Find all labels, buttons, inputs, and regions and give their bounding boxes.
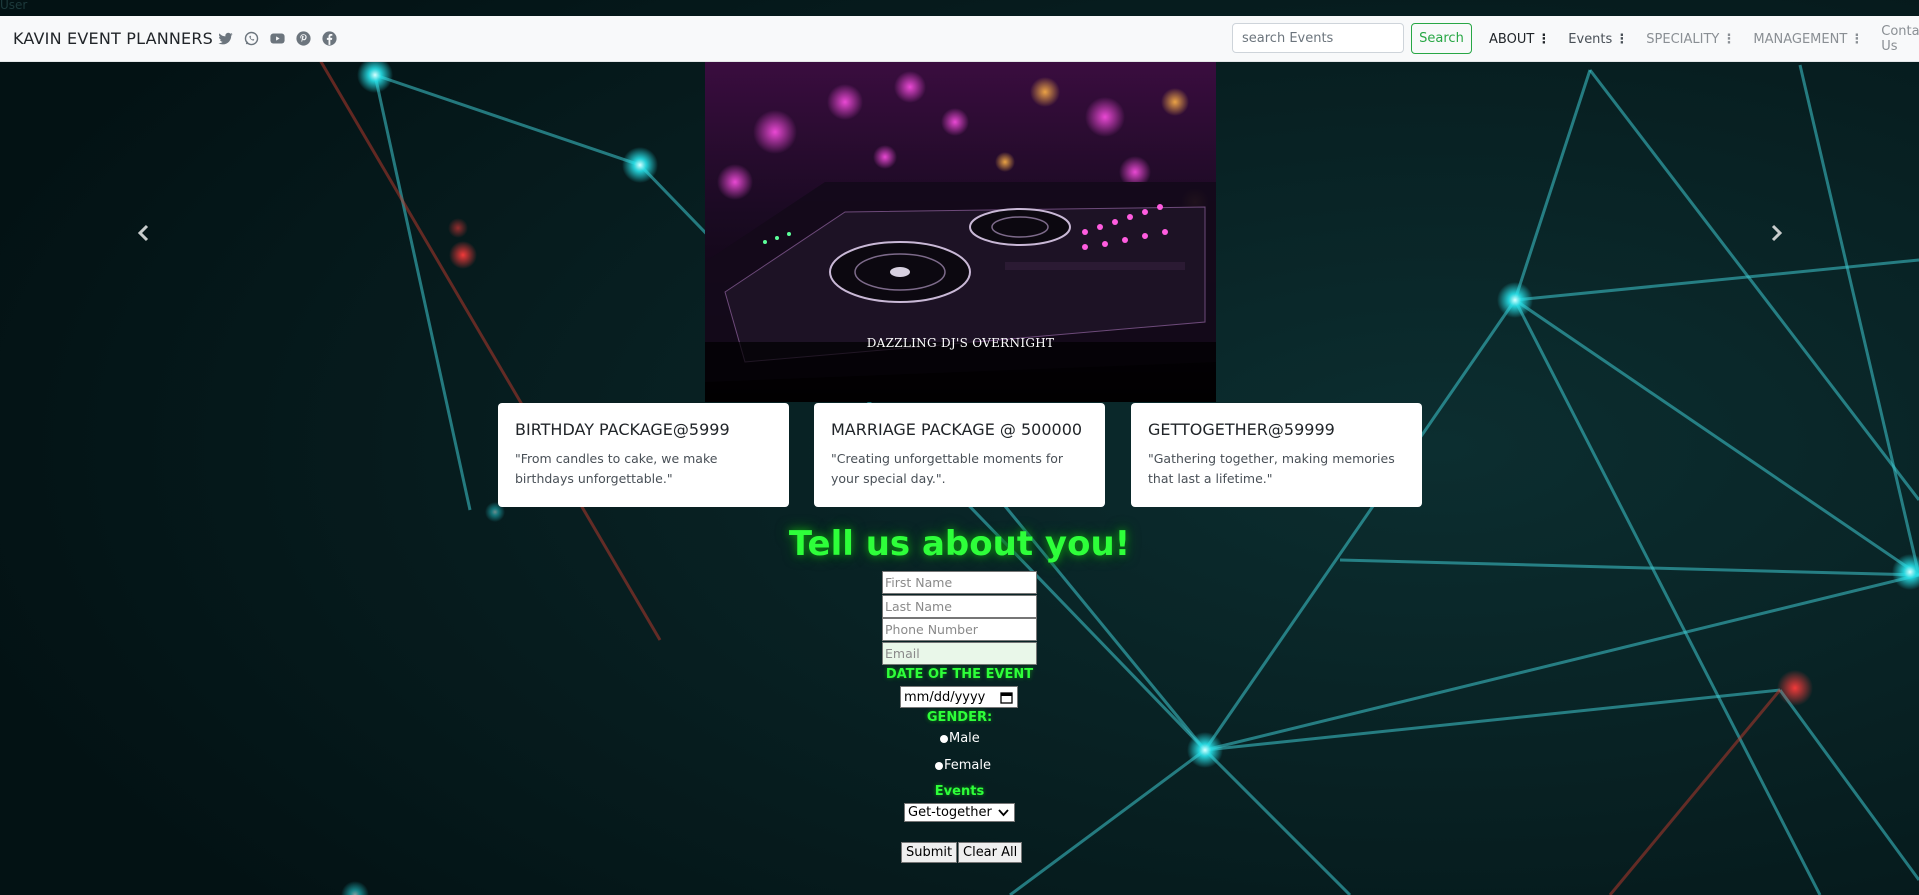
user-label: User <box>0 0 28 12</box>
nav-item-events[interactable]: Events ⋮ <box>1559 32 1637 47</box>
last-name-field[interactable] <box>882 595 1037 618</box>
carousel-next-button[interactable] <box>1764 218 1788 248</box>
gender-radio-female[interactable]: Female <box>935 758 991 773</box>
chevron-left-icon <box>137 224 149 242</box>
phone-field[interactable] <box>882 618 1037 641</box>
package-card-marriage[interactable]: MARRIAGE PACKAGE @ 500000 "Creating unfo… <box>814 403 1105 507</box>
nav-item-label: ABOUT <box>1489 31 1535 47</box>
nav-item-label: MANAGEMENT <box>1753 31 1848 47</box>
nav-menu: ABOUT ⋮ Events ⋮ SPECIALITY ⋮ MANAGEMENT… <box>1480 16 1919 62</box>
submit-button[interactable]: Submit <box>901 842 958 863</box>
carousel-caption: DAZZLING DJ'S OVERNIGHT <box>866 336 1055 350</box>
radio-label: Male <box>949 731 980 746</box>
nav-item-management[interactable]: MANAGEMENT ⋮ <box>1744 32 1872 47</box>
events-label: Events <box>934 784 985 799</box>
chevron-down-icon <box>998 809 1009 817</box>
package-card-birthday[interactable]: BIRTHDAY PACKAGE@5999 "From candles to c… <box>498 403 789 507</box>
youtube-icon[interactable] <box>269 30 286 47</box>
top-strip: User <box>0 0 1919 16</box>
more-vertical-icon: ⋮ <box>1615 31 1629 47</box>
package-card-gettogether[interactable]: GETTOGETHER@59999 "Gathering together, m… <box>1131 403 1422 507</box>
events-selected-value: Get-together <box>908 805 992 820</box>
more-vertical-icon: ⋮ <box>1537 31 1551 47</box>
email-field[interactable] <box>882 642 1037 665</box>
card-text: "From candles to cake, we make birthdays… <box>515 451 718 486</box>
pinterest-icon[interactable] <box>295 30 312 47</box>
nav-item-contact[interactable]: Contact Us ⋮ <box>1872 24 1919 54</box>
carousel-prev-button[interactable] <box>132 218 156 248</box>
facebook-icon[interactable] <box>321 30 338 47</box>
events-select[interactable]: Get-together <box>904 803 1015 822</box>
nav-item-label: SPECIALITY <box>1646 31 1720 47</box>
card-text: "Creating unforgettable moments for your… <box>831 451 1064 486</box>
card-title: BIRTHDAY PACKAGE@5999 <box>515 420 730 439</box>
navbar: KAVIN EVENT PLANNERS Search ABOUT ⋮ Even… <box>0 16 1919 62</box>
first-name-field[interactable] <box>882 571 1037 594</box>
date-value: mm/dd/yyyy <box>904 689 986 705</box>
radio-button-icon <box>940 734 948 743</box>
calendar-icon <box>1000 692 1013 704</box>
radio-button-icon <box>935 761 943 770</box>
card-title: MARRIAGE PACKAGE @ 500000 <box>831 420 1083 439</box>
card-title: GETTOGETHER@59999 <box>1148 420 1335 439</box>
twitter-icon[interactable] <box>217 30 234 47</box>
nav-item-label: Contact Us <box>1881 24 1919 54</box>
search-input[interactable] <box>1232 23 1404 53</box>
event-date-input[interactable]: mm/dd/yyyy <box>900 686 1018 708</box>
nav-item-about[interactable]: ABOUT ⋮ <box>1480 32 1559 47</box>
nav-item-speciality[interactable]: SPECIALITY ⋮ <box>1637 32 1744 47</box>
social-links <box>217 30 338 47</box>
date-label: DATE OF THE EVENT <box>885 667 1034 682</box>
carousel-slide-image <box>705 62 1216 402</box>
card-text: "Gathering together, making memories tha… <box>1148 451 1395 486</box>
whatsapp-icon[interactable] <box>243 30 260 47</box>
more-vertical-icon: ⋮ <box>1850 31 1864 47</box>
nav-item-label: Events <box>1568 31 1613 47</box>
chevron-right-icon <box>1771 224 1783 242</box>
brand-logo-text[interactable]: KAVIN EVENT PLANNERS <box>13 29 213 48</box>
radio-label: Female <box>944 758 992 773</box>
gender-radio-male[interactable]: Male <box>940 731 980 746</box>
clear-all-button[interactable]: Clear All <box>958 842 1023 863</box>
more-vertical-icon: ⋮ <box>1722 31 1736 47</box>
gender-label: GENDER: <box>926 710 993 725</box>
search-button[interactable]: Search <box>1411 23 1472 54</box>
form-title: Tell us about you! <box>788 524 1131 564</box>
